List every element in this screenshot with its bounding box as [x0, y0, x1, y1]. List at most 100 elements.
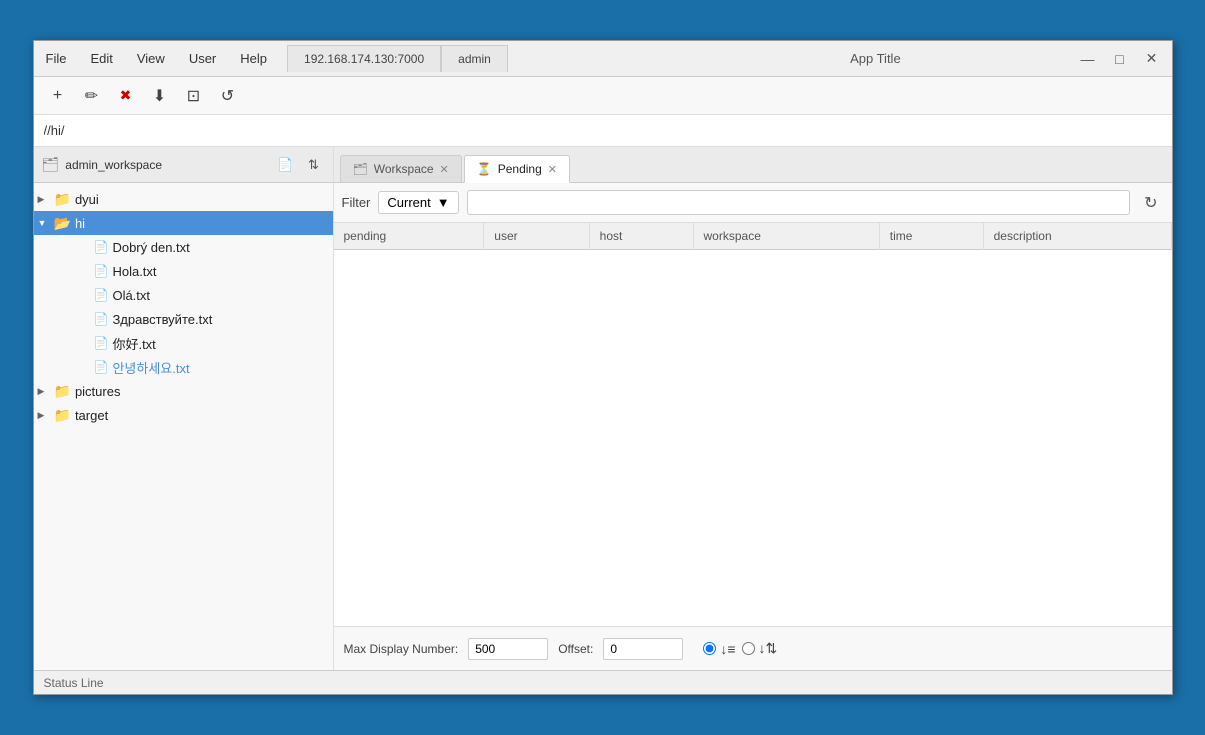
workspace-tab-close[interactable]: ✕: [440, 163, 449, 176]
sort-desc-radio[interactable]: [742, 642, 755, 655]
filter-dropdown[interactable]: Current ▼: [378, 191, 458, 214]
sort-radio-group: ↓≡ ↓⇅: [703, 640, 777, 657]
tab-pending[interactable]: ⏳ Pending ✕: [464, 155, 570, 183]
col-pending: pending: [334, 223, 484, 250]
title-tab-server[interactable]: 192.168.174.130:7000: [287, 45, 441, 72]
filter-bar: Filter Current ▼ ↻: [334, 183, 1172, 223]
sort-icon[interactable]: ⇅: [303, 154, 325, 176]
data-table: pending user host workspace time descrip…: [334, 223, 1172, 250]
address-input[interactable]: [44, 123, 1162, 138]
main-window: File Edit View User Help 192.168.174.130…: [33, 40, 1173, 695]
tree-item-hola[interactable]: 📄 Hola.txt: [34, 259, 333, 283]
tree-item-ola[interactable]: 📄 Olá.txt: [34, 283, 333, 307]
download-button[interactable]: ⬇: [146, 82, 174, 110]
col-user: user: [484, 223, 589, 250]
file-icon-hola: 📄: [94, 264, 109, 278]
tree-arrow-target: ▶: [38, 410, 54, 421]
file-icon-zdravstvujte: 📄: [94, 312, 109, 326]
col-time: time: [879, 223, 983, 250]
col-workspace: workspace: [693, 223, 879, 250]
tree-label-hola: Hola.txt: [112, 264, 156, 279]
col-host: host: [589, 223, 693, 250]
new-file-icon[interactable]: 📄: [275, 154, 297, 176]
menu-user[interactable]: User: [177, 43, 228, 74]
sidebar: 🗂 admin_workspace 📄 ⇅ ▶ 📁 dyui ▼ 📂 hi: [34, 147, 334, 670]
filter-dropdown-arrow: ▼: [437, 195, 450, 210]
filter-label: Filter: [342, 195, 371, 210]
edit-button[interactable]: ✏: [78, 82, 106, 110]
pending-tab-icon: ⏳: [477, 162, 492, 176]
tree-label-pictures: pictures: [75, 384, 121, 399]
workspace-tab-icon: 🗂: [353, 162, 368, 176]
sort-desc-icon: ↓⇅: [759, 640, 778, 657]
folder-icon-pictures: 📁: [54, 383, 71, 400]
minimize-button[interactable]: —: [1072, 45, 1104, 73]
tree-label-zdravstvujte: Здравствуйте.txt: [112, 312, 212, 327]
file-icon-dobry: 📄: [94, 240, 109, 254]
offset-input[interactable]: [603, 638, 683, 660]
tree-label-nihao: 你好.txt: [112, 334, 155, 353]
bottom-bar: Max Display Number: Offset: ↓≡ ↓⇅: [334, 626, 1172, 670]
tree-label-dobry: Dobrý den.txt: [112, 240, 189, 255]
close-button[interactable]: ✕: [1136, 45, 1168, 73]
sort-desc-option[interactable]: ↓⇅: [742, 640, 778, 657]
filter-search-input[interactable]: [467, 190, 1130, 215]
sort-asc-icon: ↓≡: [720, 641, 735, 657]
tree-arrow-hi: ▼: [38, 218, 54, 228]
status-bar: Status Line: [34, 670, 1172, 694]
status-text: Status Line: [44, 676, 104, 690]
tab-pending-label: Pending: [498, 162, 542, 176]
save-button[interactable]: ⊡: [180, 82, 208, 110]
menu-edit[interactable]: Edit: [78, 43, 124, 74]
workspace-label: admin_workspace: [65, 158, 268, 172]
sort-asc-option[interactable]: ↓≡: [703, 641, 735, 657]
pending-tab-close[interactable]: ✕: [548, 163, 557, 176]
file-icon-annyeong: 📄: [94, 360, 109, 374]
refresh-toolbar-button[interactable]: ↺: [214, 82, 242, 110]
sort-asc-radio[interactable]: [703, 642, 716, 655]
main-area: 🗂 admin_workspace 📄 ⇅ ▶ 📁 dyui ▼ 📂 hi: [34, 147, 1172, 670]
tree-item-target[interactable]: ▶ 📁 target: [34, 403, 333, 427]
add-button[interactable]: +: [44, 82, 72, 110]
max-display-input[interactable]: [468, 638, 548, 660]
titlebar: File Edit View User Help 192.168.174.130…: [34, 41, 1172, 77]
folder-icon-target: 📁: [54, 407, 71, 424]
table-container: pending user host workspace time descrip…: [334, 223, 1172, 626]
tree-label-target: target: [75, 408, 108, 423]
content-pane: 🗂 Workspace ✕ ⏳ Pending ✕ Filter Current…: [334, 147, 1172, 670]
tabs-bar: 🗂 Workspace ✕ ⏳ Pending ✕: [334, 147, 1172, 183]
file-icon-ola: 📄: [94, 288, 109, 302]
folder-icon-dyui: 📁: [54, 191, 71, 208]
refresh-button[interactable]: ↻: [1138, 191, 1163, 215]
maximize-button[interactable]: □: [1104, 45, 1136, 73]
tree-item-nihao[interactable]: 📄 你好.txt: [34, 331, 333, 355]
title-tab-admin[interactable]: admin: [441, 45, 508, 72]
tree-label-ola: Olá.txt: [112, 288, 150, 303]
tree-item-dyui[interactable]: ▶ 📁 dyui: [34, 187, 333, 211]
tree-item-zdravstvujte[interactable]: 📄 Здравствуйте.txt: [34, 307, 333, 331]
offset-label: Offset:: [558, 642, 593, 656]
tree-item-hi[interactable]: ▼ 📂 hi: [34, 211, 333, 235]
tree-label-annyeong: 안녕하세요.txt: [112, 358, 189, 377]
app-title: App Title: [679, 51, 1071, 66]
tree-item-dobry[interactable]: 📄 Dobrý den.txt: [34, 235, 333, 259]
max-display-label: Max Display Number:: [344, 642, 459, 656]
file-icon-nihao: 📄: [94, 336, 109, 350]
tree-item-pictures[interactable]: ▶ 📁 pictures: [34, 379, 333, 403]
menu-file[interactable]: File: [34, 43, 79, 74]
menu-help[interactable]: Help: [228, 43, 279, 74]
tree-arrow-pictures: ▶: [38, 386, 54, 397]
col-description: description: [983, 223, 1171, 250]
tree-item-annyeong[interactable]: 📄 안녕하세요.txt: [34, 355, 333, 379]
title-tabs: 192.168.174.130:7000 admin: [287, 45, 679, 72]
tab-workspace[interactable]: 🗂 Workspace ✕: [340, 155, 462, 182]
tab-workspace-label: Workspace: [374, 162, 434, 176]
window-controls: — □ ✕: [1072, 45, 1168, 73]
folder-icon-hi: 📂: [54, 215, 71, 232]
folder-icon: 🗂: [42, 156, 60, 173]
menu-bar: File Edit View User Help: [34, 43, 280, 74]
tree-label-hi: hi: [75, 216, 85, 231]
sidebar-tree: ▶ 📁 dyui ▼ 📂 hi 📄 Dobrý den.txt: [34, 183, 333, 670]
menu-view[interactable]: View: [125, 43, 177, 74]
close-item-button[interactable]: ✖: [112, 82, 140, 110]
